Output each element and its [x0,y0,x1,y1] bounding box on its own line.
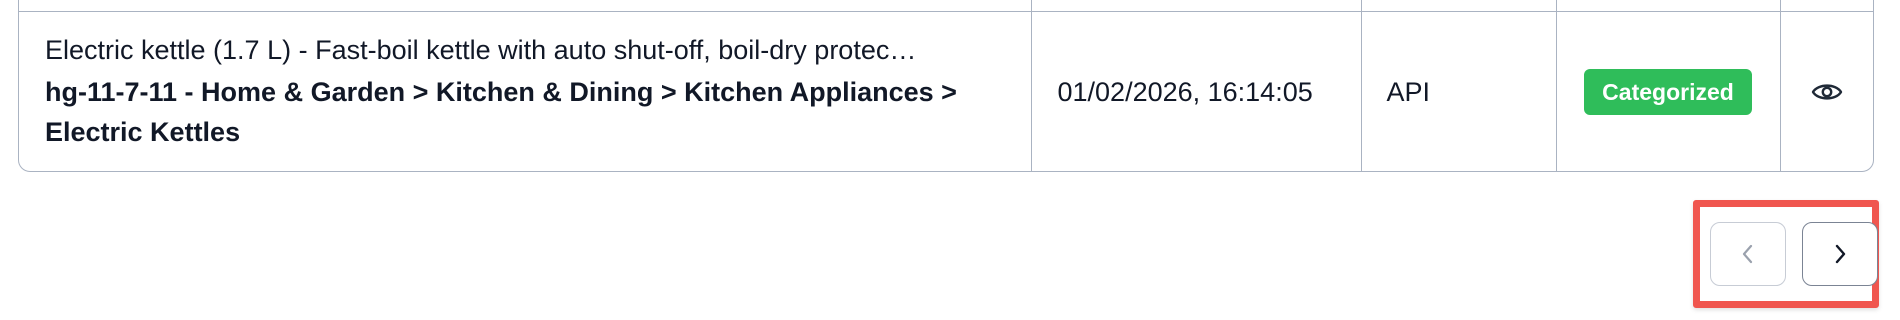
source-cell: API [1360,11,1556,171]
view-button[interactable] [1807,72,1847,112]
product-category: hg-11-7-11 - Home & Garden > Kitchen & D… [45,77,957,147]
next-page-button[interactable] [1802,222,1878,286]
table: Electric kettle (1.7 L) - Fast-boil kett… [19,0,1873,171]
cell [1360,0,1556,12]
cell [19,0,1031,12]
status-badge: Categorized [1584,69,1752,115]
date-cell: 01/02/2026, 16:14:05 [1030,11,1361,171]
results-table: Electric kettle (1.7 L) - Fast-boil kett… [18,0,1874,172]
eye-icon [1811,84,1842,100]
cell [1779,0,1873,12]
status-cell: Categorized [1555,11,1780,171]
product-description: Electric kettle (1.7 L) - Fast-boil kett… [45,35,917,65]
table-row[interactable]: Electric kettle (1.7 L) - Fast-boil kett… [19,11,1873,171]
page: Electric kettle (1.7 L) - Fast-boil kett… [0,0,1900,320]
description-cell: Electric kettle (1.7 L) - Fast-boil kett… [19,11,1031,171]
cell [1555,0,1780,12]
table-row-partial [19,0,1873,12]
actions-cell [1779,11,1873,171]
cell [1030,0,1361,12]
chevron-right-icon [1835,244,1846,264]
chevron-left-icon [1742,244,1753,264]
previous-page-button[interactable] [1710,222,1786,286]
